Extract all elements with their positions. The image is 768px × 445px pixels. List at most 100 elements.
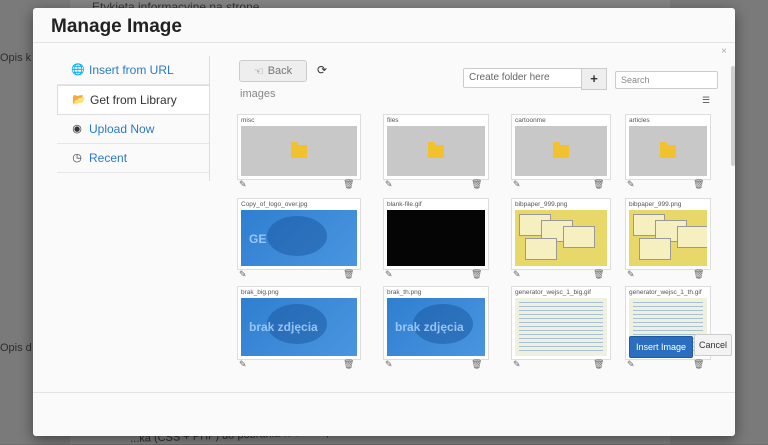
image-tile[interactable]: bibpaper_999.png bbox=[625, 198, 711, 270]
delete-icon[interactable]: 🗑 bbox=[693, 179, 704, 190]
tile-thumbnail bbox=[629, 210, 707, 266]
back-label: Back bbox=[267, 65, 293, 77]
tile-thumbnail bbox=[629, 126, 707, 176]
image-tile[interactable]: Copy_of_logo_over.jpg GE bbox=[237, 198, 361, 270]
nav-label: Recent bbox=[89, 151, 128, 165]
modal-title: Manage Image bbox=[51, 16, 182, 37]
image-tile[interactable]: files bbox=[383, 114, 489, 180]
folder-icon bbox=[291, 142, 307, 158]
thumb-card bbox=[525, 238, 557, 260]
tile-filename: bibpaper_999.png bbox=[515, 201, 568, 208]
image-tile[interactable]: misc bbox=[237, 114, 361, 180]
clock-icon: ◷ bbox=[72, 152, 82, 164]
tile-filename: files bbox=[387, 117, 399, 124]
background-label-1: Opis k bbox=[0, 52, 32, 64]
edit-icon[interactable]: ✎ bbox=[385, 179, 393, 190]
delete-icon[interactable]: 🗑 bbox=[693, 359, 704, 370]
thumb-lines bbox=[519, 302, 603, 352]
delete-icon[interactable]: 🗑 bbox=[343, 269, 354, 280]
nav-label: Get from Library bbox=[90, 93, 177, 107]
tile-thumbnail: brak zdjęcia bbox=[387, 298, 485, 356]
tile-thumbnail: GE bbox=[241, 210, 357, 266]
edit-icon[interactable]: ✎ bbox=[385, 269, 393, 280]
nav-recent[interactable]: ◷ Recent bbox=[57, 144, 209, 173]
tile-filename: generator_wejsc_1_th.gif bbox=[629, 289, 702, 296]
tile-filename: articles bbox=[629, 117, 650, 124]
tile-thumbnail bbox=[387, 126, 485, 176]
tile-thumbnail bbox=[387, 210, 485, 266]
tile-thumbnail bbox=[515, 298, 607, 356]
edit-icon[interactable]: ✎ bbox=[239, 359, 247, 370]
edit-icon[interactable]: ✎ bbox=[385, 359, 393, 370]
back-arrow-icon: ☜ bbox=[253, 65, 264, 78]
edit-icon[interactable]: ✎ bbox=[627, 269, 635, 280]
thumb-card bbox=[639, 238, 671, 260]
scrollbar[interactable] bbox=[731, 66, 735, 166]
edit-icon[interactable]: ✎ bbox=[239, 269, 247, 280]
edit-icon[interactable]: ✎ bbox=[513, 179, 521, 190]
search-input[interactable]: Search bbox=[615, 71, 718, 89]
tile-filename: generator_wejsc_1_big.gif bbox=[515, 289, 591, 296]
image-tile[interactable]: generator_wejsc_1_big.gif bbox=[511, 286, 611, 360]
folder-open-icon: 📂 bbox=[72, 94, 86, 106]
tile-filename: misc bbox=[241, 117, 255, 124]
tile-filename: brak_big.png bbox=[241, 289, 279, 296]
delete-icon[interactable]: 🗑 bbox=[343, 359, 354, 370]
delete-icon[interactable]: 🗑 bbox=[693, 269, 704, 280]
thumb-text: brak zdjęcia bbox=[249, 320, 318, 334]
tile-thumbnail bbox=[515, 126, 607, 176]
delete-icon[interactable]: 🗑 bbox=[593, 359, 604, 370]
folder-icon bbox=[428, 142, 444, 158]
nav-label: Upload Now bbox=[89, 122, 155, 136]
create-folder-input[interactable]: Create folder here bbox=[463, 68, 586, 88]
create-folder-button[interactable]: + bbox=[581, 68, 607, 90]
title-divider bbox=[33, 42, 735, 43]
list-view-icon[interactable]: ☰ bbox=[702, 95, 710, 106]
nav-divider bbox=[209, 56, 210, 181]
image-tile[interactable]: articles bbox=[625, 114, 711, 180]
image-tile[interactable]: bibpaper_999.png bbox=[511, 198, 611, 270]
delete-icon[interactable]: 🗑 bbox=[471, 269, 482, 280]
delete-icon[interactable]: 🗑 bbox=[343, 179, 354, 190]
tile-thumbnail bbox=[241, 126, 357, 176]
folder-icon bbox=[660, 142, 676, 158]
nav-upload-now[interactable]: ◉ Upload Now bbox=[57, 115, 209, 144]
tile-filename: blank-file.gif bbox=[387, 201, 422, 208]
thumb-text: GE bbox=[249, 232, 267, 246]
folder-icon bbox=[553, 142, 569, 158]
source-nav: 🌐 Insert from URL 📂 Get from Library ◉ U… bbox=[57, 56, 209, 173]
delete-icon[interactable]: 🗑 bbox=[471, 359, 482, 370]
close-icon[interactable]: × bbox=[721, 46, 727, 57]
edit-icon[interactable]: ✎ bbox=[627, 179, 635, 190]
nav-insert-from-url[interactable]: 🌐 Insert from URL bbox=[57, 56, 209, 85]
insert-image-button[interactable]: Insert Image bbox=[629, 336, 693, 358]
globe-icon: 🌐 bbox=[71, 64, 85, 76]
tile-thumbnail: brak zdjęcia bbox=[241, 298, 357, 356]
cancel-button[interactable]: Cancel bbox=[694, 334, 732, 356]
nav-get-from-library[interactable]: 📂 Get from Library bbox=[57, 85, 209, 115]
eye-icon: ◉ bbox=[72, 123, 82, 135]
edit-icon[interactable]: ✎ bbox=[513, 269, 521, 280]
tile-thumbnail bbox=[515, 210, 607, 266]
image-tile[interactable]: brak_big.pngbrak zdjęcia bbox=[237, 286, 361, 360]
delete-icon[interactable]: 🗑 bbox=[471, 179, 482, 190]
thumb-text: brak zdjęcia bbox=[395, 320, 464, 334]
back-button[interactable]: ☜ Back bbox=[239, 60, 307, 82]
image-tile[interactable]: brak_th.pngbrak zdjęcia bbox=[383, 286, 489, 360]
breadcrumb: images bbox=[240, 88, 276, 100]
refresh-icon[interactable]: ⟳ bbox=[317, 63, 327, 77]
delete-icon[interactable]: 🗑 bbox=[593, 269, 604, 280]
image-tile[interactable]: cartoonme bbox=[511, 114, 611, 180]
background-label-2: Opis d bbox=[0, 342, 32, 354]
tile-filename: brak_th.png bbox=[387, 289, 422, 296]
delete-icon[interactable]: 🗑 bbox=[593, 179, 604, 190]
tile-filename: bibpaper_999.png bbox=[629, 201, 682, 208]
edit-icon[interactable]: ✎ bbox=[239, 179, 247, 190]
thumb-shape bbox=[267, 216, 327, 256]
edit-icon[interactable]: ✎ bbox=[513, 359, 521, 370]
thumb-card bbox=[677, 226, 707, 248]
image-tile[interactable]: blank-file.gif bbox=[383, 198, 489, 270]
edit-icon[interactable]: ✎ bbox=[627, 359, 635, 370]
tile-filename: Copy_of_logo_over.jpg bbox=[241, 201, 308, 208]
tile-filename: cartoonme bbox=[515, 117, 546, 124]
